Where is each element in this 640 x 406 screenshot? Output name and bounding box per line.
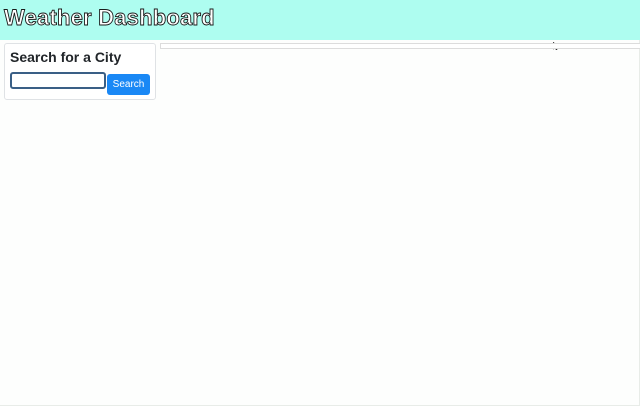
forecast-area <box>160 51 639 405</box>
page: Weather Dashboard Search for a City Sear… <box>0 0 640 406</box>
current-weather-bar <box>160 43 640 49</box>
search-panel: Search for a City Search <box>4 43 156 100</box>
page-title: Weather Dashboard <box>4 5 216 31</box>
search-heading: Search for a City <box>10 49 122 65</box>
app-header: Weather Dashboard <box>0 0 640 40</box>
city-search-input[interactable] <box>10 72 106 89</box>
search-button[interactable]: Search <box>107 74 150 95</box>
